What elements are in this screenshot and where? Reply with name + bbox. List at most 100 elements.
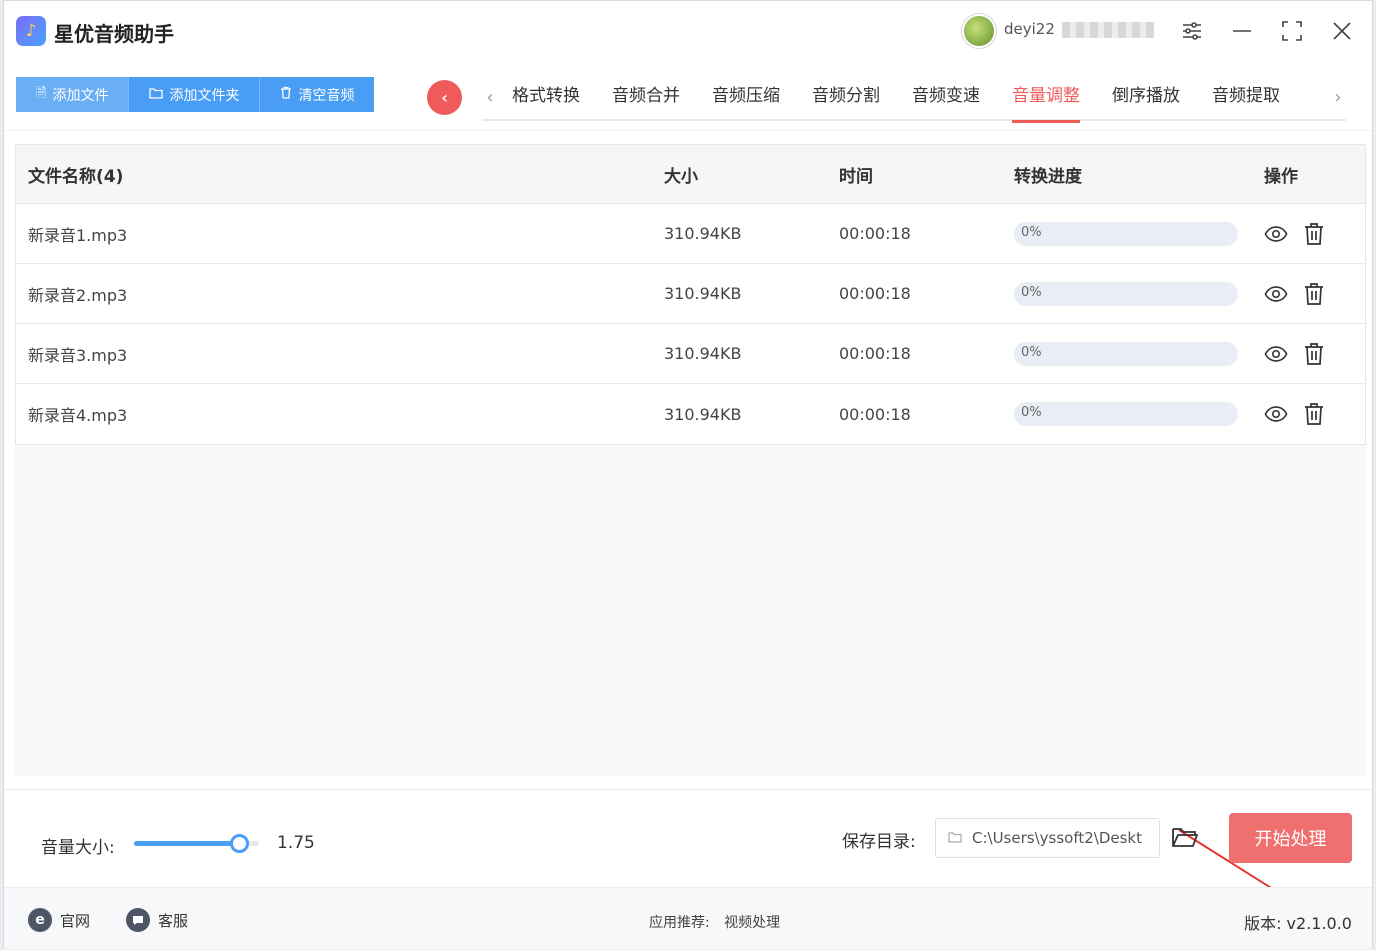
version-text: 版本: v2.1.0.0 xyxy=(1244,914,1352,933)
user-name[interactable]: deyi22 xyxy=(1004,20,1154,40)
website-link[interactable]: e 官网 xyxy=(28,908,90,932)
website-label: 官网 xyxy=(60,911,91,930)
browser-e-icon: e xyxy=(28,908,52,932)
progress-bar: 0% xyxy=(1014,341,1238,366)
maximize-icon[interactable] xyxy=(1276,15,1308,47)
tab-audio-speed[interactable]: 音频变速 xyxy=(912,73,980,121)
tab-reverse-play[interactable]: 倒序播放 xyxy=(1112,73,1180,121)
add-file-label: 添加文件 xyxy=(52,87,109,104)
folder-icon xyxy=(149,87,164,103)
tab-scroll-left-icon[interactable]: ‹ xyxy=(480,85,500,109)
save-dir-label: 保存目录: xyxy=(842,832,916,852)
title-bar: ♪ 星优音频助手 deyi22 xyxy=(4,1,1372,63)
app-logo-icon: ♪ xyxy=(16,16,46,46)
preview-eye-icon[interactable] xyxy=(1264,402,1288,426)
app-recommend: 应用推荐: 视频处理 xyxy=(649,912,780,932)
header-time: 时间 xyxy=(839,166,873,187)
settings-sliders-icon[interactable] xyxy=(1176,15,1208,47)
header-progress: 转换进度 xyxy=(1014,166,1082,187)
volume-label: 音量大小: xyxy=(41,838,115,858)
support-link[interactable]: 客服 xyxy=(126,908,188,932)
file-duration: 00:00:18 xyxy=(839,404,911,424)
preview-eye-icon[interactable] xyxy=(1264,342,1288,366)
file-duration: 00:00:18 xyxy=(839,224,911,243)
file-table: 文件名称(4) 大小 时间 转换进度 操作 新录音1.mp3 310.94KB 00… xyxy=(15,144,1366,445)
preview-eye-icon[interactable] xyxy=(1264,282,1288,306)
tab-volume-adjust[interactable]: 音量调整 xyxy=(1012,73,1080,123)
delete-trash-icon[interactable] xyxy=(1302,402,1326,426)
progress-text: 0% xyxy=(1021,224,1042,240)
user-avatar[interactable] xyxy=(962,14,996,48)
app-title: 星优音频助手 xyxy=(54,22,174,46)
recommend-video-link[interactable]: 视频处理 xyxy=(724,915,780,931)
add-file-button[interactable]: 🗎 添加文件 xyxy=(16,77,130,112)
table-row: 新录音4.mp3 310.94KB 00:00:18 0% xyxy=(16,384,1365,444)
delete-trash-icon[interactable] xyxy=(1302,222,1326,246)
table-row: 新录音3.mp3 310.94KB 00:00:18 0% xyxy=(16,324,1365,384)
volume-value: 1.75 xyxy=(277,833,315,853)
close-icon[interactable] xyxy=(1326,15,1358,47)
collapse-chevron-left-icon[interactable]: ‹ xyxy=(427,80,462,115)
tab-audio-compress[interactable]: 音频压缩 xyxy=(712,73,780,121)
row-actions xyxy=(1264,342,1364,366)
add-folder-button[interactable]: 添加文件夹 xyxy=(129,77,261,112)
volume-slider-fill xyxy=(134,841,239,846)
file-name: 新录音3.mp3 xyxy=(28,345,128,365)
minimize-icon[interactable] xyxy=(1226,15,1258,47)
table-header: 文件名称(4) 大小 时间 转换进度 操作 xyxy=(16,145,1365,204)
table-row: 新录音2.mp3 310.94KB 00:00:18 0% xyxy=(16,264,1365,324)
progress-bar: 0% xyxy=(1014,402,1238,426)
support-label: 客服 xyxy=(158,911,189,930)
recommend-label: 应用推荐: xyxy=(649,915,710,931)
tab-format-convert[interactable]: 格式转换 xyxy=(512,73,580,121)
row-actions xyxy=(1264,222,1364,246)
progress-text: 0% xyxy=(1021,344,1042,360)
header-name: 文件名称(4) xyxy=(28,166,124,187)
file-size: 310.94KB xyxy=(664,344,742,363)
save-dir-path: C:\Users\yssoft2\Deskt xyxy=(972,829,1142,847)
delete-trash-icon[interactable] xyxy=(1302,282,1326,306)
header-ops: 操作 xyxy=(1264,166,1298,187)
file-name: 新录音2.mp3 xyxy=(28,285,128,305)
file-size: 310.94KB xyxy=(664,404,742,424)
table-row: 新录音1.mp3 310.94KB 00:00:18 0% xyxy=(16,204,1365,264)
bottom-divider xyxy=(4,789,1372,790)
progress-cell: 0% xyxy=(1014,281,1264,306)
tab-audio-merge[interactable]: 音频合并 xyxy=(612,73,680,121)
progress-bar: 0% xyxy=(1014,281,1238,306)
volume-slider-handle[interactable] xyxy=(230,834,249,853)
progress-cell: 0% xyxy=(1014,402,1264,426)
file-icon: 🗎 xyxy=(36,85,47,101)
row-actions xyxy=(1264,282,1364,306)
footer: e 官网 客服 应用推荐: 视频处理 版本: v2.1.0.0 xyxy=(4,887,1372,949)
file-duration: 00:00:18 xyxy=(839,284,911,303)
progress-cell: 0% xyxy=(1014,341,1264,366)
trash-icon xyxy=(280,86,292,103)
delete-trash-icon[interactable] xyxy=(1302,342,1326,366)
save-dir-input[interactable]: C:\Users\yssoft2\Deskt xyxy=(935,818,1160,858)
chat-bubble-icon xyxy=(126,908,150,932)
add-folder-label: 添加文件夹 xyxy=(169,87,240,104)
progress-cell: 0% xyxy=(1014,221,1264,246)
progress-text: 0% xyxy=(1021,405,1042,420)
app-window: ♪ 星优音频助手 deyi22 🗎 添加文件 添加文件夹 清空音频 ‹ ‹ 格式… xyxy=(3,0,1373,949)
volume-slider[interactable] xyxy=(134,834,259,853)
progress-bar: 0% xyxy=(1014,221,1238,246)
start-process-button[interactable]: 开始处理 xyxy=(1229,813,1352,863)
file-list-area: 文件名称(4) 大小 时间 转换进度 操作 新录音1.mp3 310.94KB 00… xyxy=(15,144,1366,916)
function-tabs: ‹ 格式转换 音频合并 音频压缩 音频分割 音频变速 音量调整 倒序播放 音频提… xyxy=(480,73,1348,123)
preview-eye-icon[interactable] xyxy=(1264,222,1288,246)
folder-outline-icon xyxy=(948,829,962,847)
file-duration: 00:00:18 xyxy=(839,344,911,363)
open-folder-icon[interactable] xyxy=(1171,824,1201,854)
file-toolbar: 🗎 添加文件 添加文件夹 清空音频 xyxy=(16,77,375,112)
clear-audio-label: 清空音频 xyxy=(298,87,355,104)
file-name: 新录音4.mp3 xyxy=(28,406,128,425)
toolbar-divider xyxy=(4,130,1372,131)
tab-audio-split[interactable]: 音频分割 xyxy=(812,73,880,121)
tab-audio-extract[interactable]: 音频提取 xyxy=(1212,73,1280,121)
tab-scroll-right-icon[interactable]: › xyxy=(1328,85,1348,109)
tab-list: 格式转换 音频合并 音频压缩 音频分割 音频变速 音量调整 倒序播放 音频提取 xyxy=(512,73,1312,123)
clear-audio-button[interactable]: 清空音频 xyxy=(260,77,375,112)
progress-text: 0% xyxy=(1021,284,1042,300)
